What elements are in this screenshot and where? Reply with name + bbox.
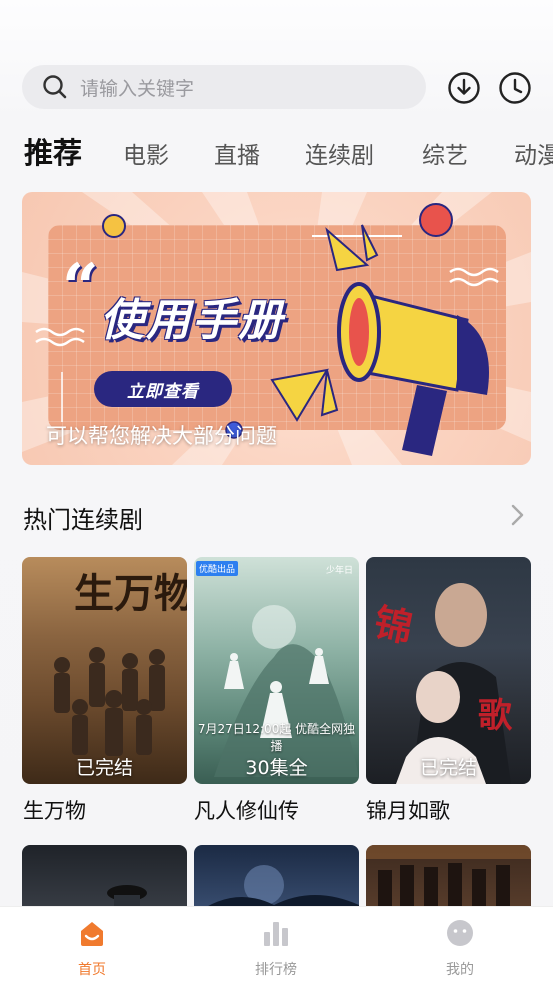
svg-text:歌: 歌: [478, 696, 513, 736]
search-placeholder: 请输入关键字: [80, 77, 195, 100]
tab-variety[interactable]: 综艺: [422, 136, 468, 170]
tab-live[interactable]: 直播: [214, 136, 260, 170]
poster-art: [107, 885, 147, 915]
tabbar-profile[interactable]: 我的: [368, 907, 552, 984]
tab-series[interactable]: 连续剧: [305, 136, 374, 170]
svg-text:生万物: 生万物: [74, 570, 187, 617]
poster-jin-yue-ru-ge[interactable]: 锦 歌 已完结: [366, 557, 531, 784]
history-clock-icon[interactable]: [498, 71, 532, 105]
poster-row2-1[interactable]: [22, 845, 187, 915]
poster-title[interactable]: 生万物: [23, 795, 86, 825]
status-badge: 30集全: [245, 757, 308, 779]
section-title-hot-series: 热门连续剧: [23, 506, 143, 534]
megaphone-icon: [270, 224, 489, 456]
category-tabs: 推荐 电影 直播 连续剧 综艺 动漫: [24, 130, 553, 174]
tabbar-profile-label: 我的: [446, 962, 474, 978]
tabbar-home[interactable]: 首页: [0, 907, 184, 984]
view-now-button[interactable]: 立即查看: [94, 371, 232, 407]
tab-anime[interactable]: 动漫: [514, 136, 553, 170]
poster-art: 锦 歌: [370, 583, 513, 784]
poster-row2-2[interactable]: [194, 845, 359, 915]
tab-recommend[interactable]: 推荐: [24, 130, 82, 172]
tabbar-home-label: 首页: [78, 962, 106, 978]
poster-title[interactable]: 锦月如歌: [366, 795, 450, 825]
search-icon: [43, 75, 67, 99]
search-input[interactable]: 请输入关键字: [22, 65, 426, 109]
status-badge: 已完结: [419, 757, 477, 779]
banner-caption: 可以帮您解决大部分问题: [46, 424, 277, 448]
tab-movies[interactable]: 电影: [123, 136, 169, 170]
poster-watermark: 少年日: [325, 566, 353, 576]
tabbar-ranking[interactable]: 排行榜: [184, 907, 368, 984]
poster-art: 生万物: [54, 570, 187, 756]
studio-badge: 优酷出品: [196, 561, 239, 576]
svg-text:锦: 锦: [370, 599, 417, 651]
poster-art: [366, 845, 531, 915]
user-manual-banner[interactable]: “ 使用手册 立即查看 可以帮您解决大部分问题: [22, 192, 531, 465]
banner-title: 使用手册: [100, 295, 284, 346]
profile-face-icon: [447, 920, 473, 946]
home-icon: [81, 922, 103, 946]
poster-sheng-wan-wu[interactable]: 生万物 已完结: [22, 557, 187, 784]
poster-art: [194, 865, 359, 915]
download-icon[interactable]: [447, 71, 481, 105]
poster-row2-3[interactable]: [366, 845, 531, 915]
chevron-right-icon[interactable]: [507, 502, 527, 528]
poster-title[interactable]: 凡人修仙传: [194, 795, 299, 825]
tabbar-ranking-label: 排行榜: [255, 962, 297, 978]
quote-mark: “: [62, 250, 99, 325]
bottom-tab-bar: 首页 排行榜 我的: [0, 906, 553, 984]
search-row: 请输入关键字: [22, 65, 537, 111]
status-badge: 已完结: [75, 757, 133, 779]
poster-fan-ren-xiu-xian-zhuan[interactable]: 优酷出品 少年日 7月27日12:00起 优酷全网独播 30集全: [194, 557, 359, 784]
bar-chart-icon: [264, 922, 288, 946]
release-date-text: 7月27日12:00起 优酷全网独播: [197, 722, 356, 753]
